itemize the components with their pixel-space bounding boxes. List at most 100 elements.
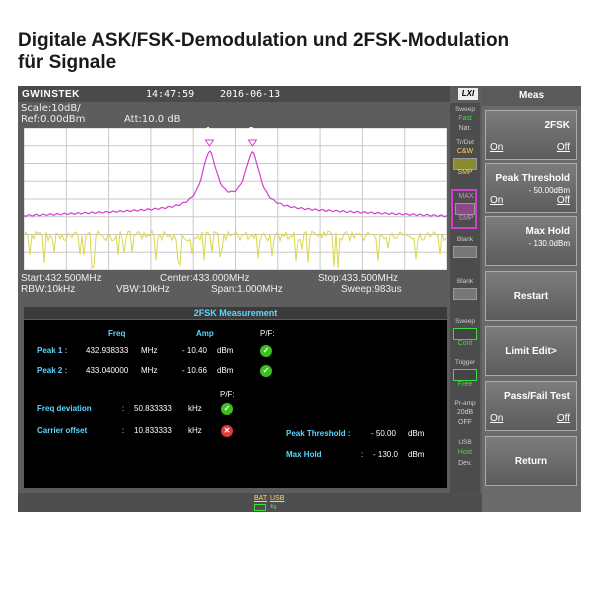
preamp-off[interactable]: OFF	[452, 419, 478, 426]
peak2-label: Peak 2 :	[37, 366, 68, 375]
carrier-fail-icon: ✕	[221, 425, 233, 437]
trace1-smp: SMP	[457, 169, 473, 176]
analyzer-screen: GWINSTEK 14:47:59 2016-06-13 LXI Scale:1…	[18, 86, 581, 512]
softkey-return-label: Return	[514, 456, 548, 467]
sweep-nar[interactable]: Nar.	[452, 125, 478, 132]
att-label: Att:10.0 dB	[124, 114, 181, 125]
usb-icon: ⇆	[270, 502, 277, 511]
trigger-icon	[453, 369, 477, 381]
carrier-unit: kHz	[188, 426, 202, 435]
battery-label: BAT	[254, 495, 268, 502]
peak2-freq: 433.040000	[86, 366, 129, 375]
preamp-db: 20dB	[456, 409, 474, 416]
softkey-peak-threshold-label: Peak Threshold	[495, 173, 570, 184]
deviation-label: Freq deviation	[37, 404, 92, 413]
peak2-freq-unit: MHz	[141, 366, 158, 375]
start-freq: Start:432.500MHz	[21, 273, 102, 284]
trdet-label: Tr/Det	[456, 139, 474, 146]
marker-number-2: 2	[248, 126, 254, 137]
softkey-pass-fail-label: Pass/Fail Test	[504, 391, 570, 402]
carrier-value: 10.833333	[134, 426, 172, 435]
brand-logo: GWINSTEK	[22, 89, 80, 100]
usb-mode-label: USB	[458, 439, 472, 446]
softkey-pass-fail-off: Off	[556, 413, 570, 424]
deviation-sep: :	[122, 404, 125, 413]
sweep-cont-label: Sweep	[455, 318, 475, 325]
softkey-2fsk[interactable]: 2FSK On Off	[485, 110, 577, 160]
trace3-blank: Blank	[456, 236, 474, 243]
trace3-indicator	[453, 246, 477, 258]
softkey-2fsk-label: 2FSK	[544, 120, 570, 131]
usb-dev[interactable]: Dev.	[452, 460, 478, 467]
sweep-fast[interactable]: Fast	[452, 115, 478, 122]
col-freq-header: Freq	[108, 329, 126, 338]
deviation-pass-icon: ✓	[221, 403, 233, 415]
heading-line-1: Digitale ASK/FSK-Demodulation und 2FSK-M…	[18, 30, 510, 51]
heading-line-2: für Signale	[18, 52, 117, 73]
pf-header-2: P/F:	[220, 390, 235, 399]
spectrum-svg: 12	[24, 128, 447, 270]
sweep-cont-icon	[453, 328, 477, 340]
softkey-max-hold[interactable]: Max Hold - 130.0dBm	[485, 216, 577, 266]
peak1-label: Peak 1 :	[37, 346, 68, 355]
lxi-icon: LXI	[458, 88, 478, 100]
deviation-unit: kHz	[188, 404, 202, 413]
max-hold-unit: dBm	[408, 450, 425, 459]
softkey-limit-edit-label: Limit Edit>	[505, 346, 557, 357]
softkey-peak-threshold-off: Off	[556, 195, 570, 206]
softkey-pass-fail-on: On	[490, 413, 504, 424]
peak1-pass-icon: ✓	[260, 345, 272, 357]
trace-cw[interactable]: C&W	[452, 148, 478, 155]
peak-threshold-label: Peak Threshold :	[286, 429, 351, 438]
softkey-restart-label: Restart	[513, 291, 549, 302]
trace2-max: MAX	[458, 193, 474, 200]
max-hold-sep: :	[361, 450, 364, 459]
trigger-free[interactable]: Free	[452, 381, 478, 388]
softkey-peak-threshold[interactable]: Peak Threshold - 50.00dBm On Off	[485, 163, 577, 213]
softkey-menu: Meas 2FSK On Off Peak Threshold - 50.00d…	[482, 86, 581, 512]
sweep-mode-label: Sweep	[455, 106, 475, 113]
sweep-cont[interactable]: Cont	[452, 340, 478, 347]
date: 2016-06-13	[220, 89, 281, 100]
footer-bar: BAT USB ⇆	[18, 493, 482, 512]
stop-freq: Stop:433.500MHz	[318, 273, 399, 284]
col-pf-header: P/F:	[260, 329, 275, 338]
softkey-pass-fail[interactable]: Pass/Fail Test On Off	[485, 381, 577, 431]
usb-host[interactable]: Host	[452, 449, 478, 456]
softkey-2fsk-off: Off	[556, 142, 570, 153]
ref-label: Ref:0.00dBm	[21, 114, 86, 125]
measurement-panel: Freq Amp P/F: Peak 1 : 432.938333 MHz - …	[24, 320, 447, 488]
scale-label: Scale:10dB/	[21, 103, 81, 114]
peak1-freq-unit: MHz	[141, 346, 158, 355]
peak1-amp: - 10.40	[182, 346, 207, 355]
status-side-panel: Sweep Fast Nar. Tr/Det C&W SMP MAX SMP B…	[450, 103, 480, 493]
battery-icon	[254, 504, 266, 511]
max-hold-label: Max Hold	[286, 450, 322, 459]
peak1-freq: 432.938333	[86, 346, 129, 355]
carrier-sep: :	[122, 426, 125, 435]
page-heading: Digitale ASK/FSK-Demodulation und 2FSK-M…	[18, 30, 588, 74]
preamp-label: Pr-amp	[454, 400, 476, 407]
vbw-value: VBW:10kHz	[116, 284, 170, 295]
softkey-restart[interactable]: Restart	[485, 271, 577, 321]
carrier-label: Carrier offset	[37, 426, 88, 435]
softkey-max-hold-label: Max Hold	[525, 226, 570, 237]
peak1-amp-unit: dBm	[217, 346, 234, 355]
softkey-limit-edit[interactable]: Limit Edit>	[485, 326, 577, 376]
status-bar: GWINSTEK 14:47:59 2016-06-13	[18, 86, 450, 102]
trace4-indicator	[453, 288, 477, 300]
sweep-value: Sweep:983us	[341, 284, 402, 295]
peak-threshold-value: - 50.00	[371, 429, 396, 438]
trigger-label: Trigger	[454, 359, 476, 366]
menu-title: Meas	[482, 86, 581, 106]
trace4-blank: Blank	[456, 278, 474, 285]
marker-number-1: 1	[205, 126, 211, 137]
measurement-title: 2FSK Measurement	[24, 307, 447, 319]
deviation-value: 50.833333	[134, 404, 172, 413]
softkey-peak-threshold-value: - 50.00dBm	[528, 186, 570, 195]
softkey-return[interactable]: Return	[485, 436, 577, 486]
softkey-2fsk-on: On	[490, 142, 504, 153]
trace2-frame[interactable]: MAX SMP	[451, 189, 477, 229]
spectrum-plot: 12 12	[24, 126, 447, 270]
peak2-amp: - 10.66	[182, 366, 207, 375]
